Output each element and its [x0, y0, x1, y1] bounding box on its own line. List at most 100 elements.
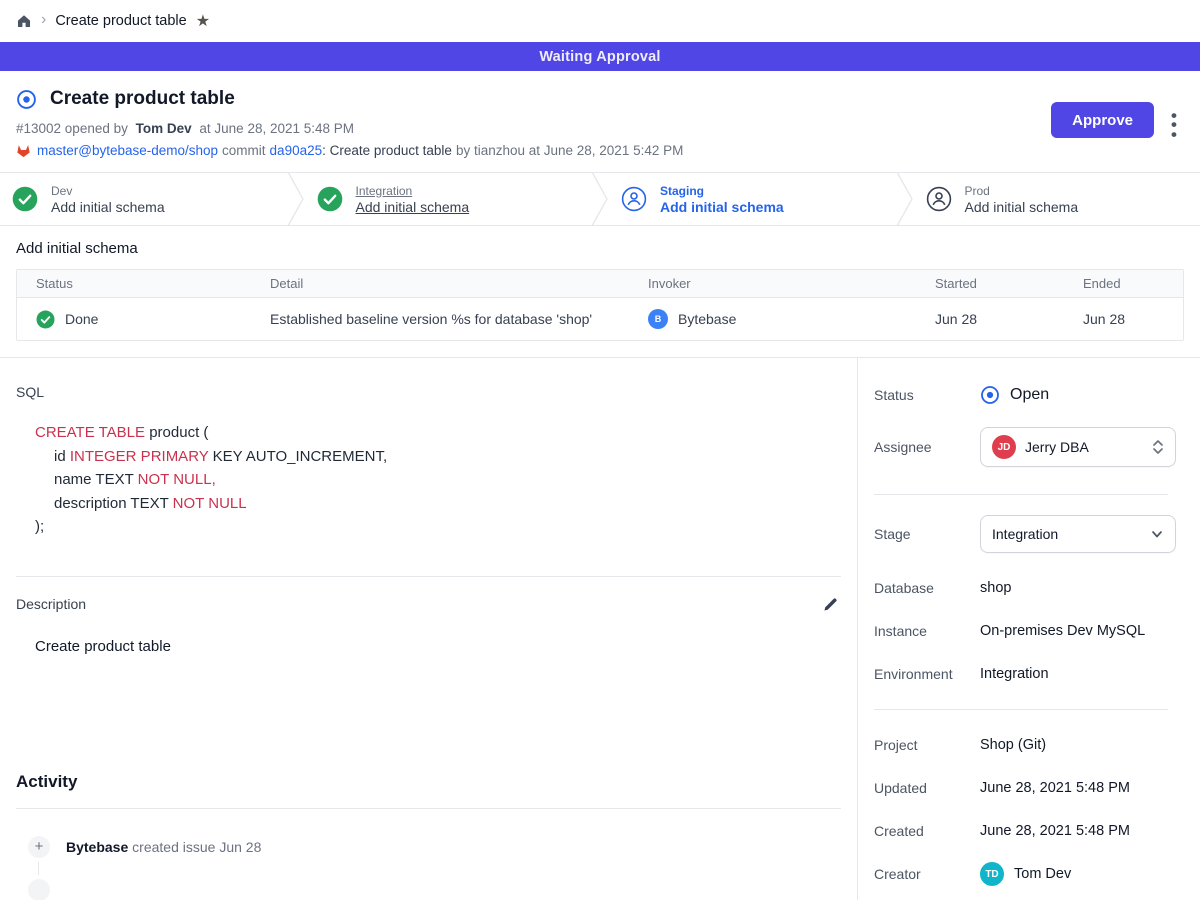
task-table: StatusDetailInvokerStartedEnded Done Esta… [16, 269, 1184, 341]
sql-label: SQL [16, 384, 841, 400]
assignee-select[interactable]: JD Jerry DBA [980, 427, 1176, 467]
sql-line: CREATE TABLE product ( [35, 421, 841, 445]
open-status-icon [980, 385, 1000, 405]
stage-env-label: Integration [356, 184, 470, 198]
approval-banner: Waiting Approval [0, 42, 1200, 71]
pipeline-stage-integration[interactable]: IntegrationAdd initial schema [305, 173, 592, 225]
stage-done-check-icon [12, 186, 38, 212]
task-status: Done [65, 311, 98, 327]
approve-button[interactable]: Approve [1051, 102, 1154, 138]
stage-task-label: Add initial schema [660, 199, 784, 215]
column-header-ended: Ended [1064, 276, 1183, 291]
stage-pending-person-icon [621, 186, 647, 212]
stage-pending-person-icon [926, 186, 952, 212]
open-status-icon [16, 89, 37, 110]
task-detail: Established baseline version %s for data… [251, 311, 629, 327]
stage-task-label: Add initial schema [965, 199, 1079, 215]
sidebar-field-instance: InstanceOn-premises Dev MySQL [874, 623, 1176, 639]
activity-item: +Bytebase created issue Jun 28 [16, 836, 841, 858]
activity-divider [16, 808, 841, 809]
pipeline-stage-staging[interactable]: StagingAdd initial schema [609, 173, 896, 225]
breadcrumb-chevron-icon: › [41, 12, 46, 28]
stage-task-label: Add initial schema [356, 199, 470, 215]
sidebar-field-database: Databaseshop [874, 580, 1176, 596]
field-label: Database [874, 580, 980, 596]
status-label: Status [874, 387, 980, 403]
pipeline-stage-dev[interactable]: DevAdd initial schema [0, 173, 287, 225]
plus-icon: + [28, 836, 50, 858]
stage-done-check-icon [317, 186, 343, 212]
branch-link[interactable]: master@bytebase-demo/shop [37, 143, 218, 158]
sql-line: description TEXT NOT NULL [35, 492, 841, 516]
field-value: Shop (Git) [980, 737, 1176, 753]
task-section: Add initial schema StatusDetailInvokerSt… [0, 226, 1200, 357]
assignee-label: Assignee [874, 439, 980, 455]
issue-opened-time: at June 28, 2021 5:48 PM [199, 121, 354, 136]
sidebar-stage-row: Stage Integration [874, 515, 1176, 553]
breadcrumb-page: Create product table [55, 13, 186, 29]
activity-feed: +Bytebase created issue Jun 28 [16, 836, 841, 858]
field-value: June 28, 2021 5:48 PM [980, 823, 1176, 839]
status-value: Open [1010, 386, 1049, 404]
column-header-started: Started [916, 276, 1064, 291]
field-label: Created [874, 823, 980, 839]
sidebar-assignee-row: Assignee JD Jerry DBA [874, 427, 1176, 467]
stage-env-label: Dev [51, 184, 165, 198]
home-icon[interactable] [16, 13, 32, 29]
creator-value: Tom Dev [1014, 866, 1071, 882]
column-header-status: Status [17, 276, 251, 291]
breadcrumb: › Create product table ★ [0, 0, 1200, 42]
task-table-header: StatusDetailInvokerStartedEnded [17, 270, 1183, 298]
pipeline-stage-bar: DevAdd initial schemaIntegrationAdd init… [0, 172, 1200, 226]
task-started: Jun 28 [916, 311, 1064, 327]
sidebar-field-created: CreatedJune 28, 2021 5:48 PM [874, 823, 1176, 839]
commit-info: master@bytebase-demo/shop commit da90a25… [16, 143, 1184, 158]
favorite-star-icon[interactable]: ★ [196, 11, 210, 31]
stage-select[interactable]: Integration [980, 515, 1176, 553]
sidebar-divider [874, 709, 1168, 710]
sidebar-field-environment: EnvironmentIntegration [874, 666, 1176, 682]
stage-label: Stage [874, 526, 980, 542]
description-label: Description [16, 596, 86, 612]
sidebar-status-row: Status Open [874, 385, 1176, 405]
sidebar-field-updated: UpdatedJune 28, 2021 5:48 PM [874, 780, 1176, 796]
issue-id: #13002 opened by [16, 121, 128, 136]
issue-author: Tom Dev [136, 121, 192, 136]
up-down-chevron-icon [1152, 439, 1164, 455]
commit-author-time: by tianzhou at June 28, 2021 5:42 PM [456, 143, 683, 158]
stage-env-label: Staging [660, 184, 784, 198]
activity-actor: Bytebase [66, 839, 128, 855]
commit-hash-link[interactable]: da90a25 [270, 143, 323, 158]
task-ended: Jun 28 [1064, 311, 1183, 327]
sql-code-block: CREATE TABLE product (id INTEGER PRIMARY… [35, 421, 841, 539]
edit-description-icon[interactable] [820, 594, 841, 615]
description-text: Create product table [35, 638, 841, 655]
sidebar-divider [874, 494, 1168, 495]
issue-header: Create product table #13002 opened by To… [0, 71, 1200, 172]
bytebase-app: › Create product table ★ Waiting Approva… [0, 0, 1200, 900]
field-label: Project [874, 737, 980, 753]
task-section-title: Add initial schema [16, 240, 1184, 257]
sql-line: ); [35, 515, 841, 539]
timeline-connector [38, 862, 39, 875]
main-panel: SQL CREATE TABLE product (id INTEGER PRI… [0, 358, 858, 900]
stage-separator-chevron [287, 173, 305, 225]
task-row[interactable]: Done Established baseline version %s for … [17, 298, 1183, 340]
task-invoker: Bytebase [678, 311, 736, 327]
invoker-avatar: B [648, 309, 668, 329]
sidebar-field-project: ProjectShop (Git) [874, 737, 1176, 753]
field-label: Instance [874, 623, 980, 639]
creator-label: Creator [874, 866, 980, 882]
issue-sidebar: Status Open Assignee JD Jerry DBA [858, 358, 1200, 900]
stage-task-label: Add initial schema [51, 199, 165, 215]
gitlab-icon [16, 144, 31, 158]
approval-banner-text: Waiting Approval [539, 49, 660, 65]
pipeline-stage-prod[interactable]: ProdAdd initial schema [914, 173, 1200, 225]
description-divider [16, 576, 841, 577]
field-value: June 28, 2021 5:48 PM [980, 780, 1176, 796]
more-options-icon[interactable]: ••• [1168, 111, 1180, 139]
field-label: Updated [874, 780, 980, 796]
sidebar-creator-row: Creator TD Tom Dev [874, 862, 1176, 886]
field-label: Environment [874, 666, 980, 682]
assignee-value: Jerry DBA [1025, 439, 1089, 455]
